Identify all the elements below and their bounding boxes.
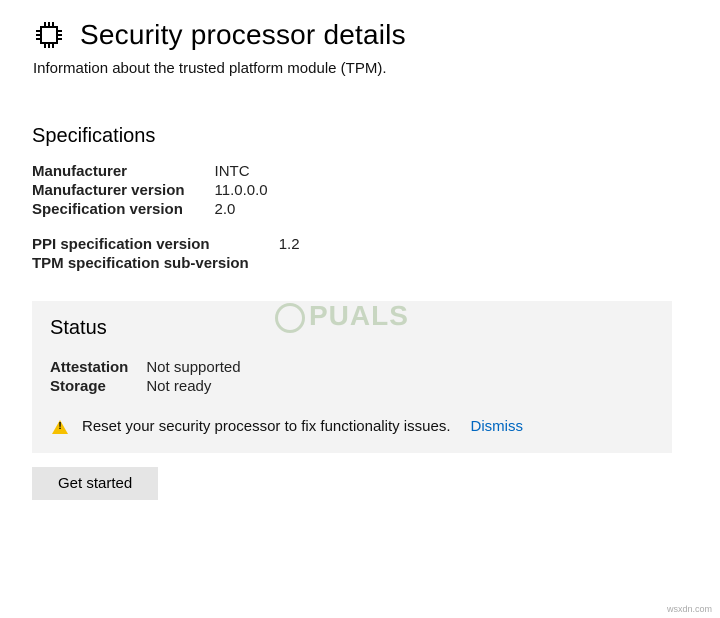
table-row: PPI specification version 1.2 bbox=[32, 235, 300, 254]
page-subtitle: Information about the trusted platform m… bbox=[33, 60, 688, 77]
dismiss-link[interactable]: Dismiss bbox=[470, 418, 523, 435]
table-row: Specification version 2.0 bbox=[32, 200, 268, 219]
spec-value: INTC bbox=[215, 162, 268, 181]
alert-text: Reset your security processor to fix fun… bbox=[82, 418, 450, 435]
status-value: Not supported bbox=[146, 358, 240, 377]
status-table: Attestation Not supported Storage Not re… bbox=[50, 358, 241, 396]
spec-label: TPM specification sub-version bbox=[32, 254, 279, 273]
specifications-table: Manufacturer INTC Manufacturer version 1… bbox=[32, 162, 268, 219]
warning-icon bbox=[52, 420, 68, 434]
status-label: Attestation bbox=[50, 358, 146, 377]
specifications-heading: Specifications bbox=[32, 125, 688, 148]
table-row: Storage Not ready bbox=[50, 377, 241, 396]
spec-label: Manufacturer bbox=[32, 162, 215, 181]
spec-label: Manufacturer version bbox=[32, 181, 215, 200]
spec-value: 1.2 bbox=[279, 235, 300, 254]
spec-label: Specification version bbox=[32, 200, 215, 219]
status-panel: Status Attestation Not supported Storage… bbox=[32, 301, 672, 453]
table-row: Manufacturer INTC bbox=[32, 162, 268, 181]
status-heading: Status bbox=[50, 317, 654, 340]
page-title: Security processor details bbox=[80, 19, 406, 51]
title-row: Security processor details bbox=[32, 18, 688, 52]
chip-icon bbox=[32, 18, 66, 52]
spec-value: 11.0.0.0 bbox=[215, 181, 268, 200]
status-label: Storage bbox=[50, 377, 146, 396]
spec-value: 2.0 bbox=[215, 200, 268, 219]
status-value: Not ready bbox=[146, 377, 240, 396]
get-started-button[interactable]: Get started bbox=[32, 467, 158, 500]
alert-row: Reset your security processor to fix fun… bbox=[50, 418, 654, 435]
footer-attribution: wsxdn.com bbox=[667, 604, 712, 614]
table-row: TPM specification sub-version bbox=[32, 254, 300, 273]
table-row: Manufacturer version 11.0.0.0 bbox=[32, 181, 268, 200]
spec-label: PPI specification version bbox=[32, 235, 279, 254]
specifications-table-2: PPI specification version 1.2 TPM specif… bbox=[32, 235, 300, 273]
spec-value bbox=[279, 254, 300, 273]
table-row: Attestation Not supported bbox=[50, 358, 241, 377]
